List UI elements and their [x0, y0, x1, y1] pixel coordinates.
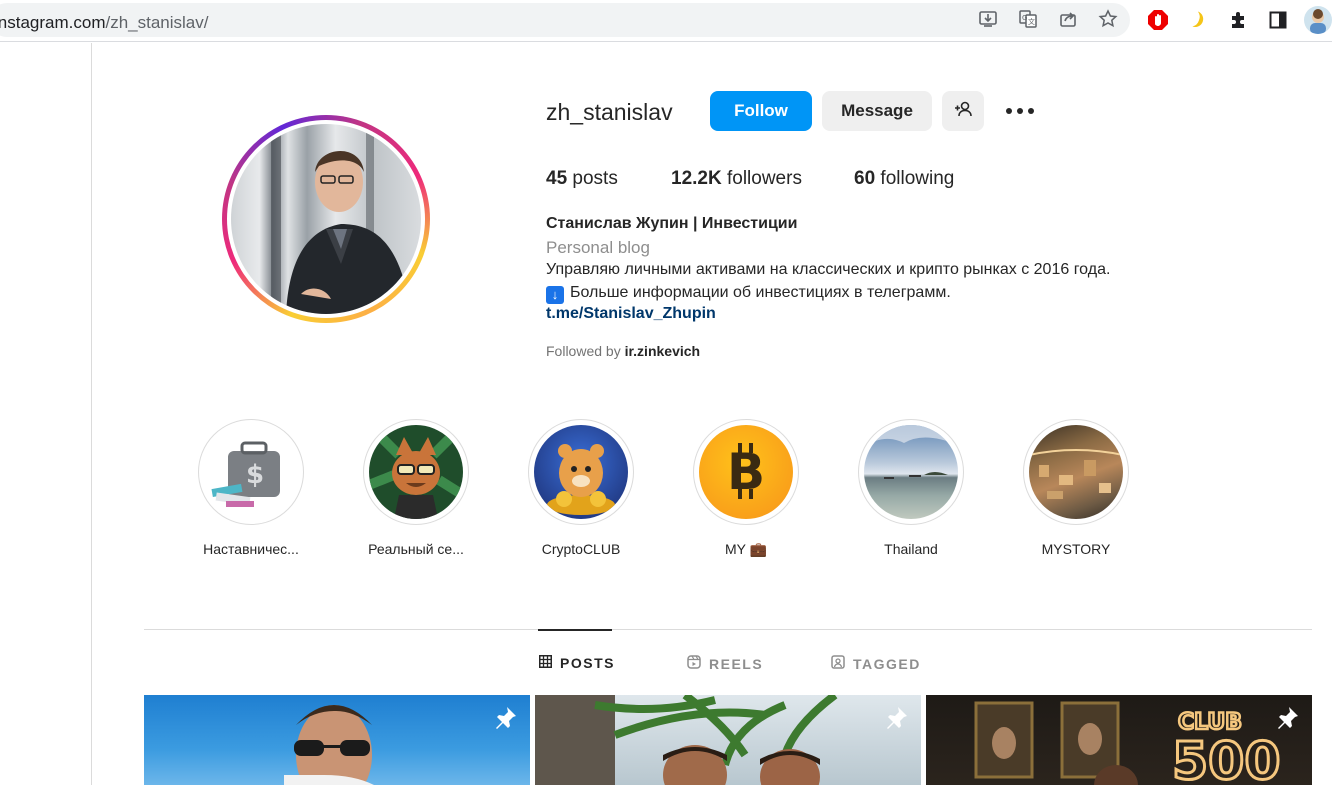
highlight-thailand[interactable]: [858, 419, 964, 525]
post-thumbnail-1[interactable]: [144, 695, 530, 785]
extensions-puzzle-icon[interactable]: [1226, 8, 1250, 32]
tab-reels-label: REELS: [709, 655, 764, 672]
post-2-image: [535, 695, 838, 785]
url-path: /zh_stanislav/: [105, 13, 209, 32]
reels-icon: [687, 655, 701, 672]
post-1-image: [284, 705, 374, 785]
followed-by[interactable]: Followed by ir.zinkevich: [546, 343, 700, 359]
highlight-label: MYSTORY: [1041, 541, 1111, 557]
bio-line-2: ↓ Больше информации об инвестициях в теле…: [546, 284, 951, 304]
highlight-mentoring[interactable]: $: [198, 419, 304, 525]
profile-full-name: Станислав Жупин | Инвестиции: [546, 215, 798, 232]
bio-line-2-text: Больше информации об инвестициях в телег…: [570, 284, 951, 301]
briefcase-money-icon: $: [204, 425, 298, 519]
highlight-real-life[interactable]: [363, 419, 469, 525]
add-person-icon: [953, 99, 973, 124]
share-icon[interactable]: [1057, 8, 1079, 30]
svg-text:文: 文: [1028, 17, 1035, 26]
bio-link[interactable]: t.me/Stanislav_Zhupin: [546, 305, 716, 323]
beach-photo: [864, 425, 958, 519]
bitcoin-icon: B: [699, 425, 793, 519]
down-arrow-icon: ↓: [546, 286, 564, 304]
svg-text:B: B: [727, 443, 765, 501]
bookmark-star-icon[interactable]: [1097, 8, 1119, 30]
follow-button[interactable]: Follow: [710, 91, 812, 131]
pinned-post-icon: [492, 705, 518, 731]
followed-by-prefix: Followed by: [546, 343, 621, 359]
active-tab-indicator: [538, 629, 612, 631]
pinned-post-icon: [883, 705, 909, 731]
sidebar-divider: [91, 43, 92, 785]
profile-avatar-ring[interactable]: [222, 115, 430, 323]
post-3-image: CLUB500: [974, 701, 1282, 785]
dark-mode-moon-icon[interactable]: [1186, 8, 1210, 32]
install-app-icon[interactable]: [977, 8, 999, 30]
pinned-post-icon: [1274, 705, 1300, 731]
cat-character-icon: [369, 425, 463, 519]
more-options-icon[interactable]: [1002, 100, 1038, 122]
tab-posts[interactable]: POSTS: [539, 655, 615, 671]
highlight-label: Реальный се...: [368, 541, 464, 557]
following-count-value: 60: [854, 168, 876, 189]
url-text[interactable]: instagram.com/zh_stanislav/: [0, 13, 208, 33]
tab-posts-label: POSTS: [560, 655, 615, 671]
browser-toolbar: instagram.com/zh_stanislav/ G文: [0, 0, 1332, 42]
followed-by-user: ir.zinkevich: [624, 343, 701, 359]
followers-count[interactable]: 12.2K followers: [671, 168, 802, 190]
avatar-ring-gap: [227, 120, 425, 318]
tabs-divider: [144, 629, 1312, 630]
highlight-cryptoclub[interactable]: [528, 419, 634, 525]
highlight-mystory[interactable]: [1023, 419, 1129, 525]
tab-reels[interactable]: REELS: [687, 655, 763, 672]
svg-text:G: G: [1022, 14, 1027, 22]
following-count[interactable]: 60 following: [854, 168, 954, 190]
posts-count-label: posts: [572, 168, 618, 189]
city-photo: [1029, 425, 1123, 519]
highlight-label: MY 💼: [724, 541, 768, 557]
highlight-my[interactable]: B: [693, 419, 799, 525]
profile-avatar-photo: [231, 124, 421, 314]
adblock-icon[interactable]: [1146, 8, 1170, 32]
grid-icon: [539, 655, 552, 671]
message-button[interactable]: Message: [822, 91, 932, 131]
hamster-coins-icon: [534, 425, 628, 519]
highlight-label: CryptoCLUB: [541, 541, 621, 557]
highlight-label: Thailand: [884, 541, 938, 557]
bio-line-1: Управляю личными активами на классически…: [546, 261, 1111, 278]
suggested-accounts-button[interactable]: [942, 91, 984, 131]
translate-icon[interactable]: G文: [1017, 8, 1039, 30]
profile-username: zh_stanislav: [546, 99, 673, 125]
tagged-person-icon: [831, 655, 845, 672]
url-host: instagram.com: [0, 13, 106, 32]
posts-count: 45 posts: [546, 168, 618, 190]
post-thumbnail-3[interactable]: CLUB 500: [926, 695, 1312, 785]
tab-tagged[interactable]: TAGGED: [831, 655, 921, 672]
profile-category: Personal blog: [546, 238, 650, 257]
followers-count-label: followers: [726, 168, 802, 189]
club-number: 500: [1172, 732, 1281, 785]
side-panel-icon[interactable]: [1266, 8, 1290, 32]
address-bar[interactable]: instagram.com/zh_stanislav/: [0, 3, 1130, 37]
following-count-label: following: [880, 168, 955, 189]
post-thumbnail-2[interactable]: [535, 695, 921, 785]
svg-text:$: $: [246, 460, 264, 490]
followers-count-value: 12.2K: [671, 168, 722, 189]
browser-profile-avatar[interactable]: [1304, 6, 1332, 34]
tab-tagged-label: TAGGED: [853, 655, 921, 672]
posts-count-value: 45: [546, 168, 568, 189]
highlight-label: Наставничес...: [203, 541, 299, 557]
